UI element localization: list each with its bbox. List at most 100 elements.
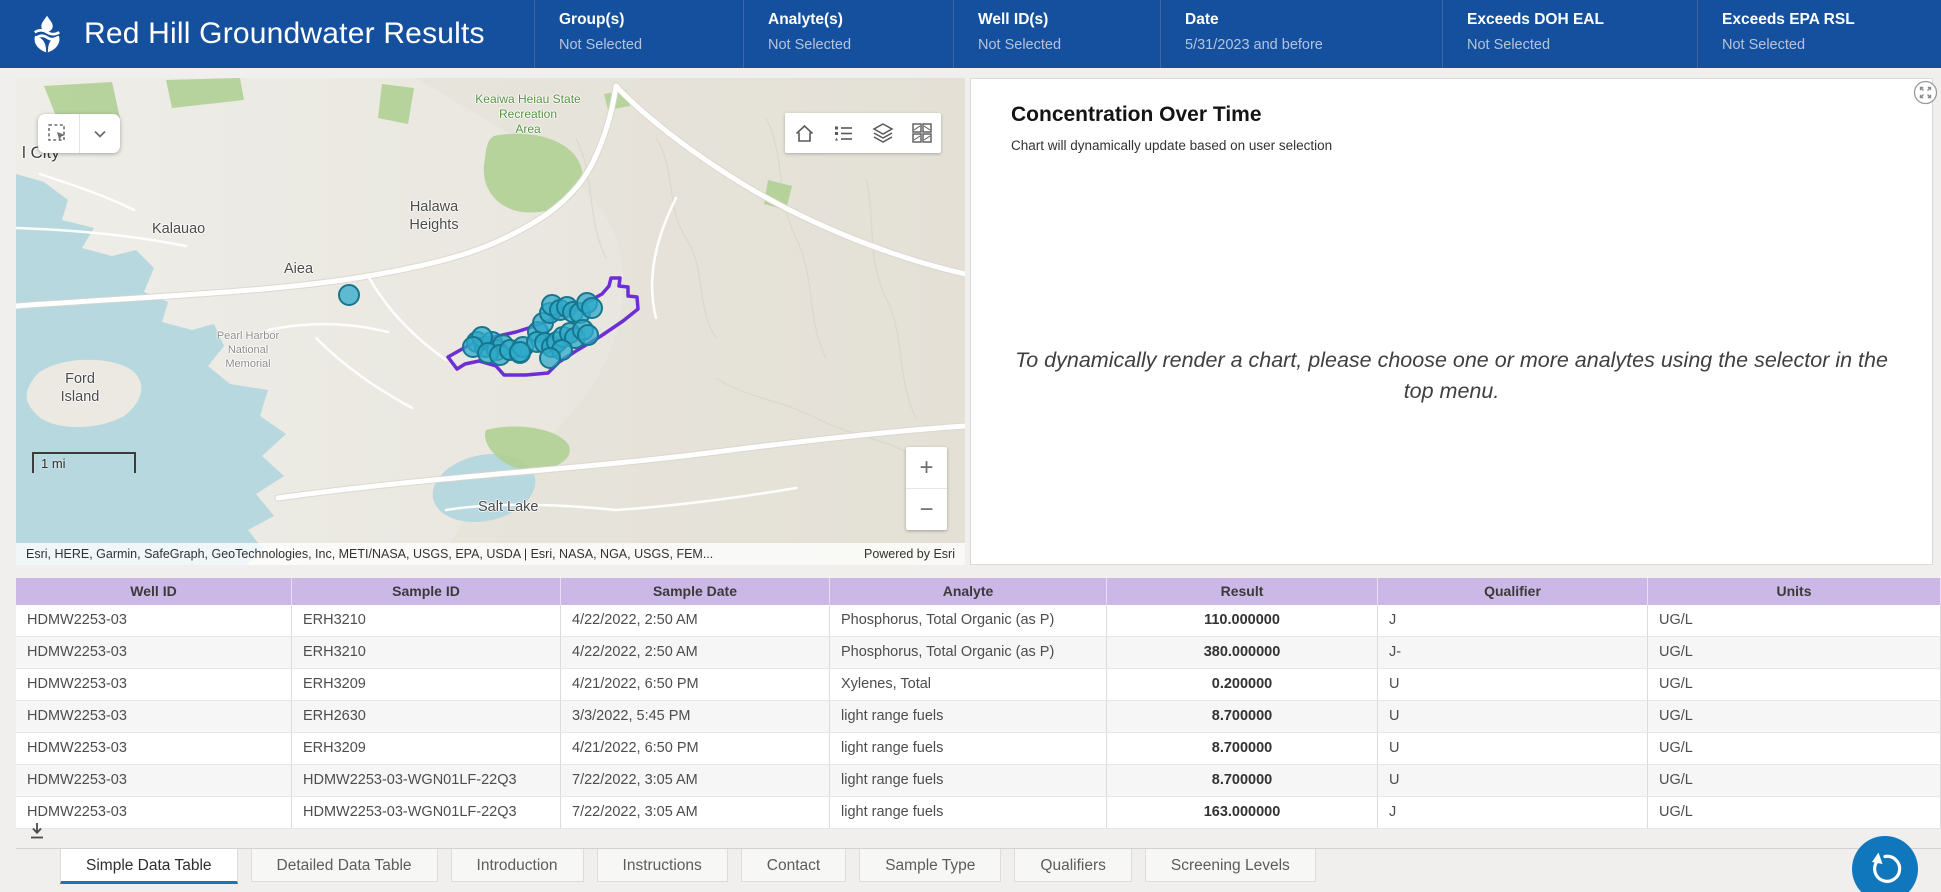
table-row[interactable]: HDMW2253-03 ERH3210 4/22/2022, 2:50 AM Phos… (16, 637, 1941, 669)
map-panel[interactable]: l City Kalauao Aiea Halawa Heights Pearl Har… (16, 78, 965, 565)
cell-sample-id: ERH3209 (292, 669, 561, 700)
chart-panel: Concentration Over Time Chart will dynam… (970, 78, 1933, 565)
table-body: HDMW2253-03 ERH3210 4/22/2022, 2:50 AM Phos… (16, 605, 1941, 829)
column-header-well-id[interactable]: Well ID (16, 578, 292, 605)
map-label-keaiwa-heiau-state: Keaiwa Heiau State Recreation Area (475, 92, 581, 136)
table-row[interactable]: HDMW2253-03 ERH3209 4/21/2022, 6:50 PM ligh… (16, 733, 1941, 765)
cell-units: UG/L (1648, 733, 1941, 764)
well-marker[interactable] (509, 341, 531, 363)
map-label-ford: Ford Island (60, 371, 100, 406)
tab-simple-data-table[interactable]: Simple Data Table (60, 848, 238, 884)
column-header-analyte[interactable]: Analyte (830, 578, 1107, 605)
filter-well-id-s[interactable]: Well ID(s) Not Selected (953, 0, 1160, 68)
well-marker[interactable] (581, 297, 603, 319)
home-button[interactable] (785, 113, 824, 153)
tab-bar: Simple Data Table Detailed Data Table Intr… (16, 848, 1941, 892)
filter-label: Date (1185, 11, 1219, 28)
table-row[interactable]: HDMW2253-03 HDMW2253-03-WGN01LF-22Q3 7/22/… (16, 797, 1941, 829)
zoom-out-button[interactable]: − (906, 489, 947, 530)
table-row[interactable]: HDMW2253-03 HDMW2253-03-WGN01LF-22Q3 7/22/… (16, 765, 1941, 797)
reset-button[interactable] (1852, 836, 1918, 892)
select-tool-dropdown[interactable] (80, 114, 121, 153)
legend-button[interactable] (824, 113, 863, 153)
cell-result: 0.200000 (1107, 669, 1378, 700)
map-label-pearl-harbor: Pearl Harbor National Memorial (216, 330, 280, 370)
brand: Red Hill Groundwater Results (0, 0, 534, 68)
chart-subtitle: Chart will dynamically update based on u… (1011, 138, 1333, 153)
table-row[interactable]: HDMW2253-03 ERH3210 4/22/2022, 2:50 AM Phos… (16, 605, 1941, 637)
tab-contact[interactable]: Contact (740, 849, 847, 882)
cell-units: UG/L (1648, 701, 1941, 732)
map-attribution: Esri, HERE, Garmin, SafeGraph, GeoTechno… (16, 543, 965, 565)
app-logo-icon (34, 15, 60, 53)
filter-exceeds-doh-eal[interactable]: Exceeds DOH EAL Not Selected (1442, 0, 1697, 68)
cell-qualifier: J (1378, 605, 1648, 636)
cell-sample-date: 7/22/2022, 3:05 AM (561, 797, 830, 828)
legend-icon (835, 126, 852, 140)
table-row[interactable]: HDMW2253-03 ERH3209 4/21/2022, 6:50 PM Xyle… (16, 669, 1941, 701)
cell-well-id: HDMW2253-03 (16, 765, 292, 796)
map-toolbar (785, 113, 941, 153)
cell-qualifier: J (1378, 797, 1648, 828)
filter-value: Not Selected (1467, 37, 1551, 53)
cell-units: UG/L (1648, 637, 1941, 668)
layers-icon (871, 123, 894, 143)
basemap-button[interactable] (902, 113, 941, 153)
attribution-text: Esri, HERE, Garmin, SafeGraph, GeoTechno… (26, 547, 714, 561)
page-title: Red Hill Groundwater Results (84, 17, 485, 50)
expand-panel-button[interactable] (1913, 80, 1938, 105)
well-marker[interactable] (539, 347, 561, 369)
select-tool-button[interactable] (38, 114, 79, 153)
table-row[interactable]: HDMW2253-03 ERH2630 3/3/2022, 5:45 PM light… (16, 701, 1941, 733)
tab-qualifiers[interactable]: Qualifiers (1014, 849, 1132, 882)
tab-introduction[interactable]: Introduction (450, 849, 584, 882)
filter-value: Not Selected (978, 37, 1062, 53)
filter-value: Not Selected (559, 37, 643, 53)
column-header-result[interactable]: Result (1107, 578, 1378, 605)
column-header-units[interactable]: Units (1648, 578, 1941, 605)
powered-by-esri: Powered by Esri (863, 547, 955, 561)
cell-sample-id: ERH3209 (292, 733, 561, 764)
column-header-sample-date[interactable]: Sample Date (561, 578, 830, 605)
filter-label: Analyte(s) (768, 11, 843, 28)
cell-sample-date: 4/22/2022, 2:50 AM (561, 637, 830, 668)
zoom-in-button[interactable]: + (906, 447, 947, 488)
cell-sample-id: HDMW2253-03-WGN01LF-22Q3 (292, 765, 561, 796)
cell-analyte: light range fuels (830, 701, 1107, 732)
filter-exceeds-epa-rsl[interactable]: Exceeds EPA RSL Not Selected (1697, 0, 1941, 68)
column-header-sample-id[interactable]: Sample ID (292, 578, 561, 605)
cell-well-id: HDMW2253-03 (16, 605, 292, 636)
filter-value: 5/31/2023 and before (1185, 37, 1323, 53)
cell-result: 8.700000 (1107, 765, 1378, 796)
cell-sample-date: 4/21/2022, 6:50 PM (561, 669, 830, 700)
chart-placeholder-message: To dynamically render a chart, please ch… (1015, 348, 1888, 404)
well-marker[interactable] (338, 284, 360, 306)
download-button[interactable] (28, 822, 48, 842)
home-icon (795, 124, 814, 142)
cell-qualifier: J- (1378, 637, 1648, 668)
cell-sample-date: 7/22/2022, 3:05 AM (561, 765, 830, 796)
cell-analyte: light range fuels (830, 765, 1107, 796)
cell-qualifier: U (1378, 765, 1648, 796)
map-label-halawa: Halawa Heights (409, 199, 459, 234)
filter-group-s[interactable]: Group(s) Not Selected (534, 0, 743, 68)
well-marker[interactable] (577, 324, 599, 346)
cell-units: UG/L (1648, 797, 1941, 828)
tab-screening-levels[interactable]: Screening Levels (1144, 849, 1316, 882)
cell-qualifier: U (1378, 701, 1648, 732)
filter-date[interactable]: Date 5/31/2023 and before (1160, 0, 1442, 68)
cell-analyte: Phosphorus, Total Organic (as P) (830, 637, 1107, 668)
map-label-aiea: Aiea (284, 261, 314, 277)
tab-instructions[interactable]: Instructions (596, 849, 728, 882)
filter-analyte-s[interactable]: Analyte(s) Not Selected (743, 0, 953, 68)
layers-button[interactable] (863, 113, 902, 153)
select-tool-icon (48, 123, 66, 141)
filter-label: Group(s) (559, 11, 625, 28)
tab-sample-type[interactable]: Sample Type (859, 849, 1002, 882)
tab-detailed-data-table[interactable]: Detailed Data Table (250, 849, 438, 882)
map-label-kalauao: Kalauao (152, 221, 206, 237)
cell-units: UG/L (1648, 765, 1941, 796)
column-header-qualifier[interactable]: Qualifier (1378, 578, 1648, 605)
cell-analyte: light range fuels (830, 733, 1107, 764)
results-table: Well ID Sample ID Sample Date Analyte Result… (16, 578, 1941, 829)
